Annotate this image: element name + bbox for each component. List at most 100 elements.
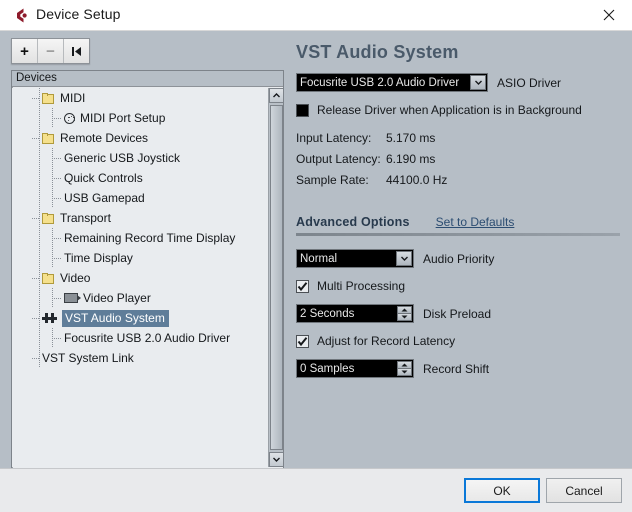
- adjust-record-latency-label: Adjust for Record Latency: [317, 334, 455, 348]
- record-shift-stepper[interactable]: [397, 361, 412, 376]
- folder-icon: [42, 273, 55, 284]
- release-driver-checkbox[interactable]: [296, 104, 309, 117]
- tree-vertical-scroll-thumb[interactable]: [270, 105, 283, 450]
- tree-item-usb-gamepad[interactable]: USB Gamepad: [12, 188, 267, 208]
- record-shift-field[interactable]: 0 Samples: [296, 359, 414, 378]
- asio-driver-dropdown-button[interactable]: [470, 75, 486, 90]
- dialog-body: + − Devices MIDI MIDI Port Setup Remote De…: [0, 31, 632, 512]
- close-button[interactable]: [586, 0, 632, 30]
- advanced-options-divider: [296, 233, 620, 236]
- tree-item-time-display[interactable]: Time Display: [12, 248, 267, 268]
- tree-connector-line: [52, 258, 62, 259]
- cancel-button[interactable]: Cancel: [546, 478, 622, 503]
- device-setup-window: Device Setup + − Devices: [0, 0, 632, 512]
- disk-preload-decrement-button[interactable]: [397, 314, 412, 321]
- caret-up-icon: [401, 308, 408, 312]
- audio-info-row: Input Latency:5.170 ms: [296, 131, 620, 145]
- tree-item-remote-devices[interactable]: Remote Devices: [12, 128, 267, 148]
- ok-button[interactable]: OK: [464, 478, 540, 503]
- tree-connector-line: [32, 318, 40, 319]
- audio-info-key: Output Latency:: [296, 152, 386, 166]
- audio-priority-select[interactable]: Normal: [296, 249, 414, 268]
- tree-guide-line: [52, 288, 53, 308]
- dialog-footer: OK Cancel: [0, 468, 632, 512]
- tree-item-midi-port-setup[interactable]: MIDI Port Setup: [12, 108, 267, 128]
- set-to-defaults-link[interactable]: Set to Defaults: [436, 215, 515, 229]
- tree-guide-line: [39, 228, 40, 248]
- tree-connector-line: [52, 178, 62, 179]
- multi-processing-label: Multi Processing: [317, 279, 405, 293]
- tree-guide-line: [39, 328, 40, 348]
- checkmark-icon: [297, 281, 308, 292]
- disk-preload-stepper[interactable]: [397, 306, 412, 321]
- tree-item-label: Video Player: [83, 292, 151, 304]
- chevron-down-icon: [273, 457, 280, 462]
- disk-preload-value: 2 Seconds: [297, 308, 354, 320]
- caret-up-icon: [401, 363, 408, 367]
- tree-guide-line: [39, 168, 40, 188]
- advanced-options-header: Advanced Options Set to Defaults: [296, 215, 620, 229]
- title-bar: Device Setup: [0, 0, 632, 31]
- tree-item-vst-system-link[interactable]: VST System Link: [12, 348, 267, 368]
- tree-vertical-scrollbar[interactable]: [268, 88, 283, 467]
- skip-to-start-icon: [70, 46, 83, 57]
- multi-processing-checkbox[interactable]: [296, 280, 309, 293]
- tree-item-video[interactable]: Video: [12, 268, 267, 288]
- audio-info-row: Output Latency:6.190 ms: [296, 152, 620, 166]
- tree-guide-line: [52, 228, 53, 248]
- audio-info-value: 6.190 ms: [386, 152, 435, 166]
- tree-item-transport[interactable]: Transport: [12, 208, 267, 228]
- audio-info-key: Input Latency:: [296, 131, 386, 145]
- scroll-up-button[interactable]: [269, 88, 284, 103]
- asio-driver-label: ASIO Driver: [497, 76, 561, 90]
- minus-icon: −: [46, 44, 55, 59]
- disk-preload-field[interactable]: 2 Seconds: [296, 304, 414, 323]
- devices-tree[interactable]: MIDI MIDI Port Setup Remote Devices Generic…: [12, 88, 267, 467]
- tree-guide-line: [52, 108, 53, 128]
- tree-item-remaining-record-time-display[interactable]: Remaining Record Time Display: [12, 228, 267, 248]
- tree-item-vst-audio-system[interactable]: VST Audio System: [12, 308, 267, 328]
- tree-item-label: VST System Link: [42, 352, 134, 364]
- tree-item-video-player[interactable]: Video Player: [12, 288, 267, 308]
- tree-connector-line: [52, 198, 62, 199]
- adjust-record-latency-checkbox[interactable]: [296, 335, 309, 348]
- tree-item-label: Transport: [60, 212, 111, 224]
- tree-item-quick-controls[interactable]: Quick Controls: [12, 168, 267, 188]
- tree-guide-line: [39, 248, 40, 268]
- multi-processing-row: Multi Processing: [296, 279, 620, 293]
- record-shift-increment-button[interactable]: [397, 361, 412, 369]
- asio-driver-row: Focusrite USB 2.0 Audio Driver ASIO Driv…: [296, 73, 620, 92]
- tree-guide-line: [52, 168, 53, 188]
- adjust-record-latency-row: Adjust for Record Latency: [296, 334, 620, 348]
- audio-priority-value: Normal: [297, 253, 337, 265]
- device-toolbar: + −: [11, 38, 90, 64]
- tree-item-focusrite-usb-2-0-audio-driver[interactable]: Focusrite USB 2.0 Audio Driver: [12, 328, 267, 348]
- record-shift-decrement-button[interactable]: [397, 369, 412, 376]
- reset-device-button[interactable]: [64, 39, 89, 63]
- tree-guide-line: [52, 188, 53, 208]
- tree-item-label: Remote Devices: [60, 132, 148, 144]
- tree-item-generic-usb-joystick[interactable]: Generic USB Joystick: [12, 148, 267, 168]
- advanced-options-title: Advanced Options: [296, 215, 410, 229]
- add-device-button[interactable]: +: [12, 39, 38, 63]
- tree-connector-line: [32, 138, 40, 139]
- tree-item-midi[interactable]: MIDI: [12, 88, 267, 108]
- release-driver-row: Release Driver when Application is in Ba…: [296, 103, 620, 117]
- asio-driver-select[interactable]: Focusrite USB 2.0 Audio Driver: [296, 73, 488, 92]
- tree-guide-line: [39, 288, 40, 308]
- chevron-up-icon: [273, 93, 280, 98]
- vst-audio-system-panel: VST Audio System Focusrite USB 2.0 Audio…: [296, 43, 620, 389]
- tree-guide-line: [39, 188, 40, 208]
- tree-item-label: Remaining Record Time Display: [64, 232, 235, 244]
- disk-preload-increment-button[interactable]: [397, 306, 412, 314]
- devices-header: Devices: [12, 71, 283, 87]
- remove-device-button[interactable]: −: [38, 39, 64, 63]
- audio-priority-dropdown-button[interactable]: [396, 251, 412, 266]
- tree-item-label: Video: [60, 272, 90, 284]
- window-title: Device Setup: [36, 6, 120, 22]
- scroll-down-button[interactable]: [269, 452, 284, 467]
- audio-info-value: 44100.0 Hz: [386, 173, 447, 187]
- tree-item-label: MIDI Port Setup: [80, 112, 165, 124]
- tree-connector-line: [32, 218, 40, 219]
- audio-info-key: Sample Rate:: [296, 173, 386, 187]
